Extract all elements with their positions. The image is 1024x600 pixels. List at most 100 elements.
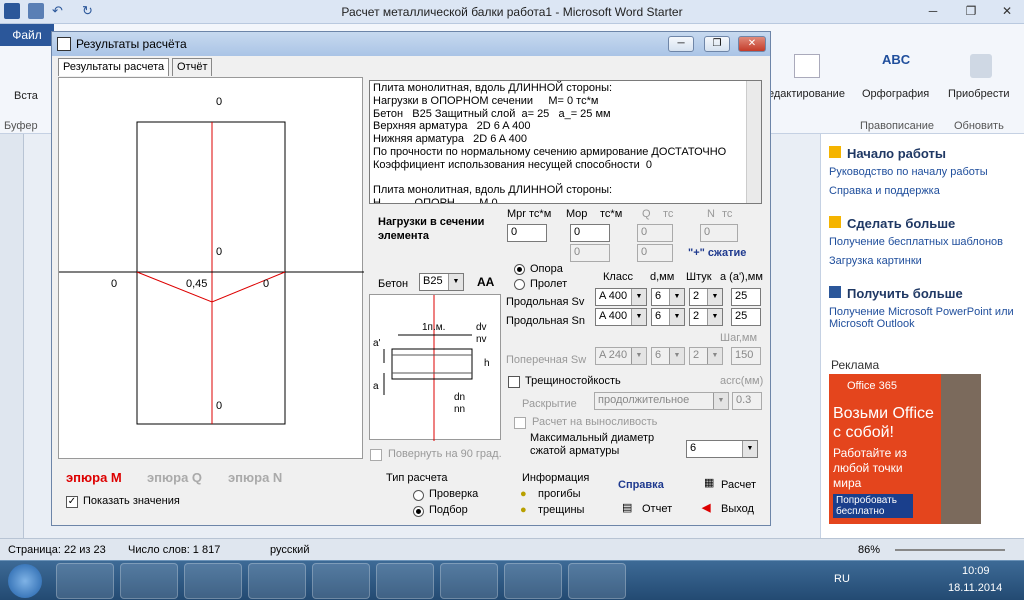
opening-select[interactable]: продолжительное ▼	[594, 392, 729, 410]
beam-taskbar-icon[interactable]	[504, 563, 562, 599]
zoom-slider[interactable]	[895, 549, 1005, 551]
file-tab[interactable]: Файл	[0, 24, 54, 46]
dialog-minimize-button[interactable]: ─	[668, 36, 694, 52]
sn-class-select[interactable]: A 400 ▼	[595, 308, 647, 326]
sn-d-select[interactable]: 6 ▼	[651, 308, 685, 326]
cracks-link[interactable]: трещины	[538, 504, 584, 516]
sw-d-select[interactable]: 6 ▼	[651, 347, 685, 365]
upgrade-button[interactable]: Приобрести	[948, 88, 1010, 100]
acrc-input[interactable]: 0.3	[732, 392, 762, 410]
show-values-checkbox[interactable]: ✓	[66, 496, 78, 508]
rebar-d-header: d,мм	[650, 271, 675, 283]
pane-link[interactable]: Руководство по началу работы	[829, 166, 988, 178]
step-label: Шаг,мм	[720, 332, 758, 344]
chevron-down-icon: ▼	[448, 274, 463, 290]
epura-n-tab[interactable]: эпюра N	[228, 470, 282, 485]
word-minimize-button[interactable]: ─	[924, 4, 942, 18]
help-button[interactable]: Справка	[618, 479, 664, 491]
sv-d-select[interactable]: 6 ▼	[651, 288, 685, 306]
mpr-input[interactable]: 0	[507, 224, 547, 242]
select-radio[interactable]	[413, 506, 424, 517]
sw-count-select[interactable]: 2 ▼	[689, 347, 723, 365]
sv-class-select[interactable]: A 400 ▼	[595, 288, 647, 306]
clock-time[interactable]: 10:09	[962, 565, 990, 577]
report-button[interactable]: Отчет	[642, 503, 672, 515]
explorer-taskbar-icon[interactable]	[56, 563, 114, 599]
sn-a-input[interactable]: 25	[731, 308, 761, 326]
paste-button[interactable]: Вста	[14, 90, 38, 102]
deflection-link[interactable]: прогибы	[538, 488, 581, 500]
report-line: Плита монолитная, вдоль ДЛИННОЙ стороны:	[373, 184, 613, 197]
pane-link[interactable]: Получение бесплатных шаблонов	[829, 236, 1003, 248]
dialog-close-button[interactable]: ✕	[738, 36, 766, 52]
span-radio[interactable]	[514, 279, 525, 290]
clock-date[interactable]: 18.11.2014	[948, 582, 1002, 594]
word-taskbar-icon[interactable]	[376, 563, 434, 599]
pane-link[interactable]: Загрузка картинки	[829, 255, 922, 267]
max-diameter-value: 6	[690, 442, 697, 454]
office-ad[interactable]: Office 365 Возьми Office с собой! Работа…	[829, 374, 981, 524]
sv-a-input[interactable]: 25	[731, 288, 761, 306]
fatigue-checkbox[interactable]	[514, 417, 526, 429]
dialog-title: Результаты расчёта	[76, 37, 187, 51]
report-lines: Плита монолитная, вдоль ДЛИННОЙ стороны:…	[370, 81, 761, 203]
find-icon[interactable]	[794, 54, 820, 78]
keyboard-language[interactable]: RU	[834, 573, 850, 585]
ad-try-button[interactable]: Попробовать бесплатно	[833, 494, 913, 518]
report-line: Бетон B25 Защитный слой a= 25 a_= 25 мм	[373, 107, 611, 120]
mop-input[interactable]: 0	[570, 224, 610, 242]
ie-taskbar-icon[interactable]	[568, 563, 626, 599]
word-count[interactable]: Число слов: 1 817	[128, 544, 220, 556]
bulb-icon: ●	[520, 488, 527, 500]
proofing-group-label: Правописание	[860, 120, 935, 132]
max-diameter-select[interactable]: 6 ▼	[686, 440, 758, 458]
q-input[interactable]: 0	[637, 224, 673, 242]
mop2-input[interactable]: 0	[570, 244, 610, 262]
sn-count-select[interactable]: 2 ▼	[689, 308, 723, 326]
concrete-select[interactable]: B25 ▼	[419, 273, 464, 291]
report-text-box[interactable]: Плита монолитная, вдоль ДЛИННОЙ стороны:…	[369, 80, 762, 204]
app-taskbar-icon[interactable]	[440, 563, 498, 599]
pane-link[interactable]: Справка и поддержка	[829, 185, 940, 197]
q2-input[interactable]: 0	[637, 244, 673, 262]
support-radio[interactable]	[514, 264, 525, 275]
zoom-level[interactable]: 86%	[858, 544, 880, 556]
report-scrollbar[interactable]	[746, 81, 761, 203]
word-close-button[interactable]: ✕	[998, 4, 1016, 18]
report-icon: ▤	[622, 502, 633, 514]
language-indicator[interactable]: русский	[270, 544, 309, 556]
skype-taskbar-icon[interactable]	[312, 563, 370, 599]
calc-button[interactable]: Расчет	[721, 479, 756, 491]
epura-q-tab[interactable]: эпюра Q	[147, 470, 202, 485]
exit-button[interactable]: Выход	[721, 503, 754, 515]
archiver-taskbar-icon[interactable]	[248, 563, 306, 599]
tab-report[interactable]: Отчёт	[172, 58, 213, 76]
word-maximize-button[interactable]: ❐	[962, 4, 980, 18]
pane-link[interactable]: Получение Microsoft PowerPoint или Micro…	[829, 306, 1019, 330]
tab-results[interactable]: Результаты расчета	[58, 58, 170, 76]
sw-step-input[interactable]: 150	[731, 347, 761, 365]
bulb-icon: ●	[520, 504, 527, 516]
sw-class-select[interactable]: A 240 ▼	[595, 347, 647, 365]
opening-value: продолжительное	[598, 394, 690, 406]
media-taskbar-icon[interactable]	[120, 563, 178, 599]
getting-started-icon	[829, 146, 841, 158]
section-a-top-label: a'	[373, 338, 381, 349]
check-radio[interactable]	[413, 490, 424, 501]
rotate-checkbox[interactable]	[370, 449, 382, 461]
dialog-maximize-button[interactable]: ❐	[704, 36, 730, 52]
support-label: Опора	[530, 263, 563, 275]
acrc-label: acrc(мм)	[720, 375, 764, 387]
n-input[interactable]: 0	[700, 224, 738, 242]
start-button[interactable]	[8, 564, 42, 598]
editing-button[interactable]: едактирование	[768, 88, 845, 100]
epura-m-tab[interactable]: эпюра M	[66, 470, 122, 485]
select-label: Подбор	[429, 504, 468, 516]
spelling-button[interactable]: Орфография	[862, 88, 929, 100]
chevron-down-icon: ▼	[631, 348, 646, 364]
sv-count-select[interactable]: 2 ▼	[689, 288, 723, 306]
page-count[interactable]: Страница: 22 из 23	[8, 544, 106, 556]
crack-checkbox[interactable]	[508, 376, 520, 388]
font-icon[interactable]: AA	[477, 275, 494, 289]
chrome-taskbar-icon[interactable]	[184, 563, 242, 599]
